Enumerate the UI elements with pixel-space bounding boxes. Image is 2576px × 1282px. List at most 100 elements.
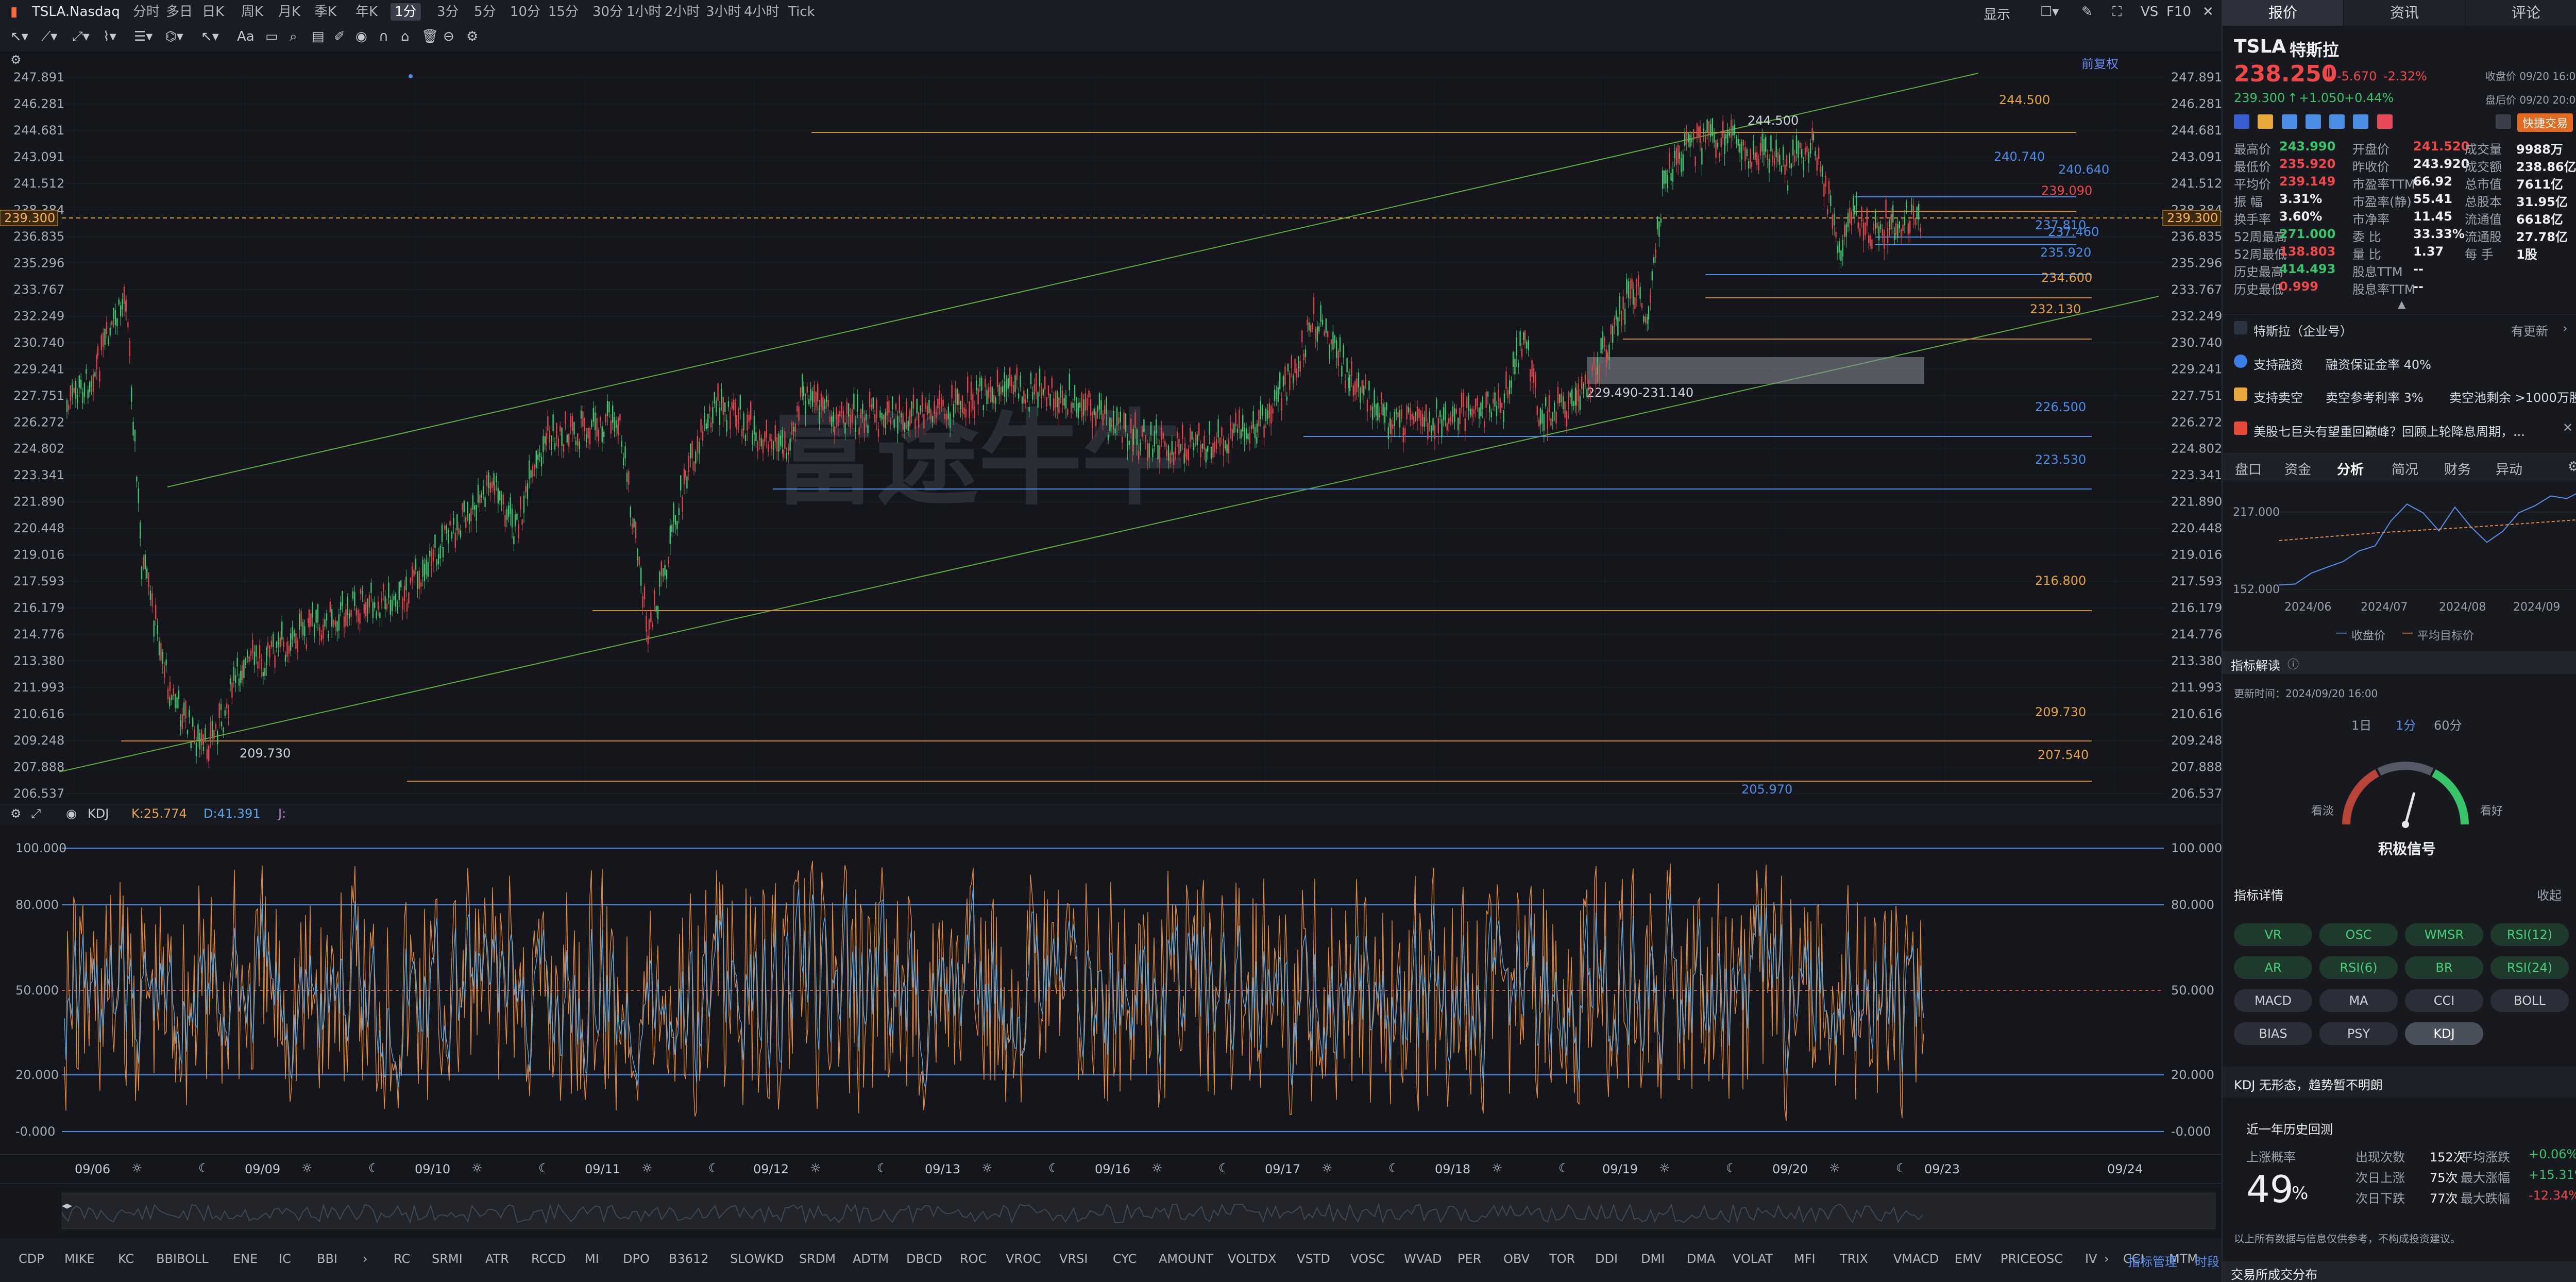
indicator-btn-kdj[interactable]: KDJ <box>2405 1022 2483 1045</box>
indicator-btn-rsi12[interactable]: RSI(12) <box>2490 923 2569 946</box>
indicator-btn-cci[interactable]: CCI <box>2405 989 2483 1012</box>
magnet-icon[interactable]: ∩ <box>379 29 388 44</box>
timeframe-2[interactable]: 日K <box>202 3 224 21</box>
kdj-eye-icon[interactable]: ◉ <box>66 806 77 821</box>
eye-icon[interactable]: ◉ <box>355 29 367 44</box>
menu-icon[interactable]: ▮ <box>10 4 18 20</box>
symbol-label[interactable]: TSLA.Nasdaq <box>32 4 120 20</box>
indicator-wvad[interactable]: WVAD <box>1404 1252 1442 1266</box>
indicator-dbcd[interactable]: DBCD <box>906 1252 942 1266</box>
indicator-tor[interactable]: TOR <box>1549 1252 1575 1266</box>
settings-icon[interactable]: ⚙ <box>466 29 478 44</box>
period-60m[interactable]: 60分 <box>2434 715 2462 733</box>
indicator-btn-vr[interactable]: VR <box>2234 923 2312 946</box>
timeframe-12[interactable]: 30分 <box>592 3 623 21</box>
settings-icon[interactable]: ⚙ <box>2568 459 2576 475</box>
indicator-srmi[interactable]: SRMI <box>432 1252 463 1266</box>
help-icon[interactable]: ⓘ <box>2287 655 2299 672</box>
indicator-btn-boll[interactable]: BOLL <box>2490 989 2569 1012</box>
fib-icon[interactable]: ☰▾ <box>134 29 152 44</box>
timeframe-11[interactable]: 15分 <box>548 3 579 21</box>
text-tool-icon[interactable]: Aa <box>237 29 255 44</box>
timeframe-10[interactable]: 10分 <box>510 3 540 21</box>
indicator-btn-ar[interactable]: AR <box>2234 956 2312 979</box>
indicator-btn-ma[interactable]: MA <box>2319 989 2398 1012</box>
indicator-trix[interactable]: TRIX <box>1840 1252 1868 1266</box>
indicator-ddi[interactable]: DDI <box>1595 1252 1618 1266</box>
comment-icon[interactable]: ▭ <box>265 29 278 44</box>
indicator-vstd[interactable]: VSTD <box>1297 1252 1330 1266</box>
kdj-resize-icon[interactable]: ⤢ <box>31 806 41 821</box>
indicator-btn-br[interactable]: BR <box>2405 956 2483 979</box>
news-row[interactable]: 美股七巨头有望重回巅峰？回顾上轮降息周期，... ✕ <box>2223 415 2576 442</box>
indicator-ic[interactable]: IC <box>279 1252 291 1266</box>
display-menu[interactable]: 显示 <box>1984 4 2010 23</box>
indicator-kc[interactable]: KC <box>118 1252 134 1266</box>
indicator-roc[interactable]: ROC <box>960 1252 987 1266</box>
timeframe-14[interactable]: 2小时 <box>665 3 700 21</box>
company-row[interactable]: 特斯拉（企业号） 有更新 › <box>2223 314 2576 342</box>
kdj-name[interactable]: KDJ <box>88 806 109 821</box>
grid-icon[interactable] <box>2496 114 2511 129</box>
indicator-vosc[interactable]: VOSC <box>1350 1252 1385 1266</box>
vs-button[interactable]: VS <box>2141 4 2158 20</box>
indicator-amount[interactable]: AMOUNT <box>1159 1252 1213 1266</box>
kdj-settings-icon[interactable]: ⚙ <box>10 806 22 821</box>
close-icon[interactable]: ✕ <box>2202 4 2214 20</box>
indicator-vmacd[interactable]: VMACD <box>1893 1252 1939 1266</box>
quote-tab-0[interactable]: 报价 <box>2223 0 2343 26</box>
draw-icon[interactable]: ✎ <box>2081 4 2093 20</box>
timeframe-8[interactable]: 3分 <box>437 3 459 21</box>
indicator-adtm[interactable]: ADTM <box>853 1252 889 1266</box>
timeframe-3[interactable]: 周K <box>241 3 263 21</box>
indicator-btn-macd[interactable]: MACD <box>2234 989 2312 1012</box>
indicator-btn-psy[interactable]: PSY <box>2319 1022 2398 1045</box>
timeframe-17[interactable]: Tick <box>788 3 815 21</box>
period-1m[interactable]: 1分 <box>2396 715 2416 733</box>
indicator-vrsi[interactable]: VRSI <box>1059 1252 1088 1266</box>
measure-icon[interactable]: ⌕ <box>290 29 297 45</box>
indicator-b3612[interactable]: B3612 <box>669 1252 709 1266</box>
indicator-vroc[interactable]: VROC <box>1006 1252 1041 1266</box>
zigzag-icon[interactable]: ⌇▾ <box>103 29 116 44</box>
trend-tool-icon[interactable]: ⤢▾ <box>72 29 90 45</box>
timeframe-15[interactable]: 3小时 <box>706 3 741 21</box>
indicator-cyc[interactable]: CYC <box>1113 1252 1137 1266</box>
indicator-atr[interactable]: ATR <box>485 1252 509 1266</box>
session-button[interactable]: 时段 <box>2195 1252 2219 1270</box>
arrow-tool-icon[interactable]: ↖▾ <box>201 29 219 44</box>
pattern-icon[interactable]: ⌬▾ <box>165 29 183 44</box>
indicator-cdp[interactable]: CDP <box>19 1252 44 1266</box>
period-1d[interactable]: 1日 <box>2351 715 2371 733</box>
distribution-bar[interactable]: 交易所成交分布 <box>2223 1261 2576 1282</box>
indicator-bbi[interactable]: BBI <box>317 1252 337 1266</box>
indicator-mike[interactable]: MIKE <box>64 1252 95 1266</box>
f10-button[interactable]: F10 <box>2166 4 2191 20</box>
indicator-btn-rsi24[interactable]: RSI(24) <box>2490 956 2569 979</box>
indicator-more-icon[interactable]: › <box>2104 1252 2109 1266</box>
indicator-dmi[interactable]: DMI <box>1641 1252 1665 1266</box>
expand-icon[interactable]: ▲ <box>2398 298 2405 310</box>
indicator-emv[interactable]: EMV <box>1955 1252 1981 1266</box>
navigator-left-handle[interactable]: ◂▸ <box>62 1199 72 1211</box>
timeframe-4[interactable]: 月K <box>278 3 300 21</box>
indicator-btn-osc[interactable]: OSC <box>2319 923 2398 946</box>
indicator-voltdx[interactable]: VOLTDX <box>1228 1252 1277 1266</box>
indicator-per[interactable]: PER <box>1458 1252 1481 1266</box>
range-navigator[interactable]: ◂▸ <box>0 1183 2222 1240</box>
timeframe-16[interactable]: 4小时 <box>744 3 779 21</box>
fullscreen-icon[interactable]: ⛶ <box>2112 4 2122 20</box>
close-news-icon[interactable]: ✕ <box>2563 420 2573 435</box>
quote-tab-2[interactable]: 评论 <box>2466 0 2576 26</box>
indicator-bbiboll[interactable]: BBIBOLL <box>156 1252 209 1266</box>
collapse-button[interactable]: 收起 <box>2537 885 2562 903</box>
trash-icon[interactable]: 🗑 <box>421 29 438 44</box>
layout-icon[interactable]: ☐▾ <box>2040 4 2059 20</box>
indicator-rc[interactable]: RC <box>394 1252 410 1266</box>
indicator-btn-rsi6[interactable]: RSI(6) <box>2319 956 2398 979</box>
indicator-dma[interactable]: DMA <box>1687 1252 1716 1266</box>
quick-trade-button[interactable]: 快捷交易 <box>2517 113 2573 132</box>
zone-box[interactable] <box>1587 357 1924 384</box>
indicator-priceosc[interactable]: PRICEOSC <box>2001 1252 2063 1266</box>
analysis-tab-5[interactable]: 异动 <box>2496 459 2522 478</box>
